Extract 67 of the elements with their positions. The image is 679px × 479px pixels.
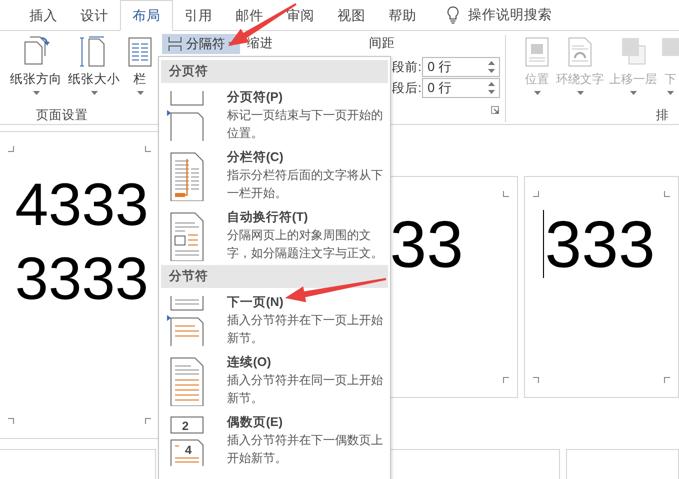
caret-icon — [90, 91, 98, 95]
page-number-label: 2 — [182, 419, 189, 433]
ribbon-tab[interactable]: 视图 — [326, 0, 377, 31]
menu-item[interactable]: 下一页(N) 插入分节符并在下一页上开始新节。 — [159, 289, 390, 349]
caret-icon — [576, 91, 584, 95]
ribbon-command: 上移一层 — [609, 34, 657, 103]
document-text: 4333 — [15, 170, 148, 240]
ribbon-tab[interactable]: 设计 — [69, 0, 120, 31]
spin-field[interactable]: 0 行 — [422, 78, 500, 98]
margin-corner-mark — [144, 418, 151, 424]
caret-icon — [136, 91, 144, 95]
menu-item[interactable]: 分栏符(C) 指示分栏符后面的文字将从下一栏开始。 — [159, 144, 390, 204]
ribbon-command[interactable]: 纸张大小 — [68, 34, 120, 103]
group-label: 页面设置 — [36, 107, 88, 124]
ribbon-tab[interactable]: 帮助 — [377, 0, 428, 31]
spacing-label: 间距 — [369, 35, 395, 52]
breaks-button[interactable]: 分隔符 — [162, 34, 240, 54]
document-text: 33 — [390, 207, 464, 281]
menu-item[interactable]: 2 4 偶数页(E) 插入分节符并在下一偶数页上开始新节。 — [159, 409, 390, 469]
caret-icon — [667, 91, 674, 95]
tell-me-search[interactable]: 操作说明搜索 — [468, 6, 552, 24]
page-number-label: 4 — [185, 443, 192, 457]
margin-corner-mark — [664, 377, 670, 383]
ribbon-tab[interactable]: 布局 — [120, 0, 173, 31]
indent-label: 缩进 — [247, 35, 273, 52]
margin-corner-mark — [532, 191, 539, 197]
caret-icon — [534, 91, 540, 95]
ribbon-tab[interactable]: 插入 — [18, 0, 69, 31]
text-wrap-icon — [566, 36, 594, 68]
menu-item[interactable]: 自动换行符(T) 分隔网页上的对象周围的文字，如分隔题注文字与正文。 — [159, 204, 390, 264]
field-label: 段前: — [392, 58, 422, 76]
menu-item[interactable]: 分页符(P) 标记一页结束与下一页开始的位置。 — [159, 84, 390, 144]
ribbon-command: 位置 — [523, 34, 551, 103]
columns-icon — [126, 36, 154, 68]
field-label: 段后: — [392, 80, 422, 96]
page-break-icon — [167, 91, 205, 141]
spinner-icon — [488, 60, 496, 74]
margin-corner-mark — [664, 191, 670, 197]
ribbon-command: 下 — [662, 34, 679, 103]
caret-icon — [630, 91, 636, 95]
ribbon-tab[interactable]: 邮件 — [224, 0, 275, 31]
menu-section-header: 分页符 — [161, 60, 388, 83]
margin-corner-mark — [144, 146, 151, 152]
spin-field[interactable]: 0 行 — [422, 57, 500, 77]
margin-corner-mark — [502, 377, 509, 383]
ribbon-tab[interactable]: 引用 — [173, 0, 224, 31]
ribbon-tab[interactable]: 审阅 — [275, 0, 326, 31]
document-text: 333 — [544, 207, 656, 281]
margin-corner-mark — [502, 191, 509, 197]
margin-corner-mark — [8, 418, 14, 424]
next-page-break-icon — [167, 296, 205, 346]
ribbon-command[interactable]: 栏 — [126, 34, 154, 103]
lightbulb-icon — [446, 6, 460, 24]
menu-item[interactable]: 连续(O) 插入分节符并在同一页上开始新节。 — [159, 349, 390, 409]
spinner-icon — [488, 81, 496, 95]
menu-section-header: 分节符 — [161, 265, 388, 288]
dialog-launcher-icon — [491, 106, 499, 114]
layers-icon — [662, 38, 679, 56]
group-label: 排 — [655, 107, 670, 124]
margin-corner-mark — [8, 146, 14, 152]
ribbon-command: 环绕文字 — [556, 34, 604, 103]
ribbon-command[interactable]: 纸张方向 — [10, 34, 62, 103]
page-break-icon — [167, 36, 183, 52]
margin-corner-mark — [532, 377, 539, 383]
document-text: 3333 — [15, 244, 148, 314]
picture-page-icon — [523, 36, 551, 68]
caret-icon — [32, 91, 40, 95]
